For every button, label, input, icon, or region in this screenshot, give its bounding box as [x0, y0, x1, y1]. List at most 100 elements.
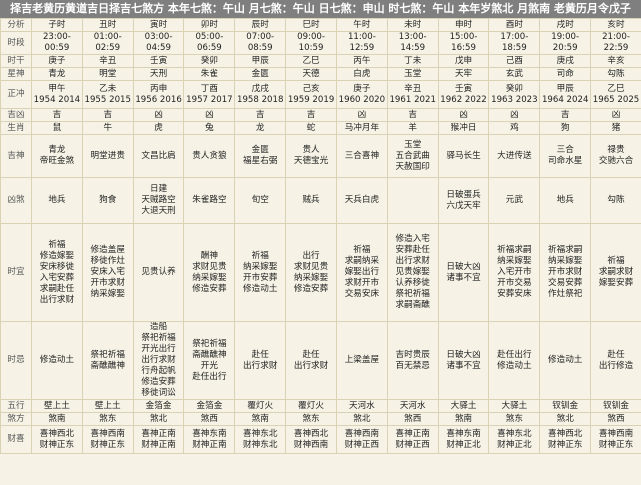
cell-line: 交易安床	[344, 289, 380, 299]
cell-line: 诸事不宜	[446, 272, 481, 283]
cell-jishen: 金匮 福星右弼	[234, 134, 287, 178]
cell-line: 财神正东	[90, 439, 125, 450]
row-luck: 吉凶吉吉凶凶吉吉凶吉凶凶吉凶	[0, 108, 641, 122]
cell-yi: 祈福 纳采嫁娶 开市安葬 修造动土	[234, 223, 287, 322]
row-label-luck: 吉凶	[0, 108, 32, 122]
cell-wuxing: 金箔金	[132, 399, 185, 413]
cell-line: 嫁娶安葬	[598, 278, 634, 288]
row-label-sha: 煞方	[0, 412, 32, 426]
cell-chong: 辛丑 1961 2021	[386, 80, 439, 109]
cell-chong: 庚子 1960 2020	[335, 80, 388, 109]
cell-cai: 喜神西北 财神正东	[31, 425, 83, 454]
cell-chong: 甲午 1954 2014	[31, 80, 83, 109]
cell-zodiac: 牛	[81, 121, 134, 135]
cell-jishen: 禄贵 交驰六合	[590, 134, 641, 178]
cell-line: 喜神东北	[497, 428, 532, 439]
cell-line: 求嗣求财	[598, 267, 634, 277]
cell-line: 大退天刑	[141, 206, 176, 216]
cell-line: 喜神西北	[548, 428, 583, 439]
cell-gan: 辛丑	[81, 54, 134, 68]
cell-chong: 丁酉 1957 2017	[183, 80, 236, 109]
row-jishen: 吉神 青龙 帝旺金煞 明堂进贵 文昌比肩 贵人贪狼 金匮 福星右弼 贵人 天德宝光 三合喜神 玉堂 五合…	[0, 134, 641, 178]
cell-line: 出行求财	[293, 360, 329, 371]
cell-line: 开光	[200, 360, 218, 371]
cell-line: 甲午	[48, 83, 66, 94]
cell-cai: 喜神西北 财神西南	[285, 425, 337, 454]
cell-line: 财神正东	[598, 439, 634, 450]
cell-line: 上梁盖屋	[344, 355, 380, 365]
row-chong: 正冲 甲午 1954 2014 乙未 1955 2015 丙申 1956 2016 丁酉 195…	[0, 80, 641, 109]
cell-line: 祈福	[607, 256, 625, 266]
cell-time: 13:00-14:59	[386, 31, 439, 55]
cell-chong: 戊戌 1958 2018	[234, 80, 287, 109]
cell-zodiac: 猴冲日	[437, 121, 490, 135]
cell-line: 作灶祭祀	[548, 289, 583, 299]
cell-line: 祭祀祈福	[395, 289, 430, 299]
cell-line: 帝旺金煞	[39, 156, 75, 166]
cell-xiongsha: 日破蛋兵 六戊天牢	[437, 177, 490, 224]
cell-zodiac: 马冲月年	[335, 121, 388, 135]
cell-jishen: 青龙 帝旺金煞	[31, 134, 83, 178]
cell-line: 1964 2024	[541, 94, 589, 105]
cell-line: 驿马长生	[446, 150, 481, 161]
cell-line: 造船	[149, 322, 168, 333]
cell-line: 狗食	[99, 195, 117, 205]
cell-xiongsha: 勾陈	[590, 177, 641, 224]
cell-line: 求财开市	[344, 278, 380, 288]
cell-gan: 辛亥	[590, 54, 641, 68]
cell-line: 开市安葬	[243, 272, 278, 283]
cell-line: 开市求财	[90, 278, 125, 288]
cell-zodiac: 鸡	[488, 121, 541, 135]
cell-line: 祭祀祈福	[90, 349, 125, 360]
cell-line: 1957 2017	[186, 94, 233, 105]
cell-line: 戊戌	[251, 83, 269, 94]
cell-luck: 吉	[81, 108, 134, 122]
cell-yi: 祈福 修造嫁娶 安床移徙 入宅安葬 求嗣赴任 出行求财	[31, 223, 83, 322]
cell-xiongsha	[386, 177, 439, 224]
cell-name: 亥时	[590, 18, 641, 32]
cell-line: 喜神东南	[192, 428, 227, 439]
cell-jishen: 大进传送	[488, 134, 541, 178]
cell-name: 午时	[335, 18, 388, 32]
cell-cai: 喜神东南 财神正北	[437, 425, 490, 454]
cell-line: 财神正西	[395, 439, 430, 450]
row-label-time: 时段	[0, 31, 32, 55]
cell-name: 寅时	[132, 18, 185, 32]
cell-time: 19:00-20:59	[539, 31, 592, 55]
cell-yi: 见贵认养	[132, 223, 185, 322]
cell-line: 喜神正南	[395, 428, 430, 439]
cell-line: 己亥	[302, 83, 320, 94]
cell-wuxing: 大驿土	[437, 399, 490, 413]
cell-yi: 祈福求嗣 纳采嫁娶 开市求财 交易安葬 作灶祭祀	[539, 223, 592, 322]
cell-line: 纳采嫁娶	[243, 261, 278, 272]
cell-line: 开光出行	[141, 344, 176, 354]
cell-xiongsha: 地兵	[539, 177, 592, 224]
cell-cai: 喜神东北 财神正北	[488, 425, 541, 454]
cell-line: 安葬赴任	[395, 245, 430, 255]
cell-time: 05:00-06:59	[183, 31, 236, 55]
cell-line: 朱雀路空	[192, 195, 227, 205]
cell-line: 日破大凶	[446, 349, 481, 360]
cell-line: 1959 2019	[287, 94, 335, 105]
cell-luck: 吉	[234, 108, 287, 122]
cell-xiongsha: 地兵	[31, 177, 83, 224]
cell-zodiac: 蛇	[285, 121, 337, 135]
cell-line: 诸事不宜	[446, 360, 481, 371]
row-wuxing: 五行 壁上土 壁上土 金箔金 金箔金 覆灯火 覆灯火 天河水 天河水 大驿土 大驿土 钗钏金 钗钏金	[0, 399, 641, 413]
cell-line: 修造安葬	[192, 283, 227, 294]
cell-gan: 庚戌	[539, 54, 592, 68]
cell-line: 财神正南	[141, 439, 176, 450]
cell-wuxing: 大驿土	[488, 399, 541, 413]
cell-line: 赴任	[251, 349, 269, 360]
cell-ji: 造船 祭祀祈福 开光出行 出行求财 行舟起帆 修造安葬 移徙词讼	[132, 321, 185, 400]
cell-line: 1961 2021	[389, 94, 436, 105]
cell-line: 开市交易	[497, 278, 532, 288]
cell-line: 大进传送	[497, 150, 532, 161]
cell-xiongsha: 狗食	[81, 177, 134, 224]
cell-line: 三合喜神	[344, 150, 380, 161]
cell-xiongsha: 旬空	[234, 177, 287, 224]
cell-name: 未时	[386, 18, 439, 32]
cell-chong: 乙巳 1965 2025	[590, 80, 641, 109]
cell-line: 出行求财	[395, 256, 430, 266]
cell-line: 1954 2014	[33, 94, 81, 105]
